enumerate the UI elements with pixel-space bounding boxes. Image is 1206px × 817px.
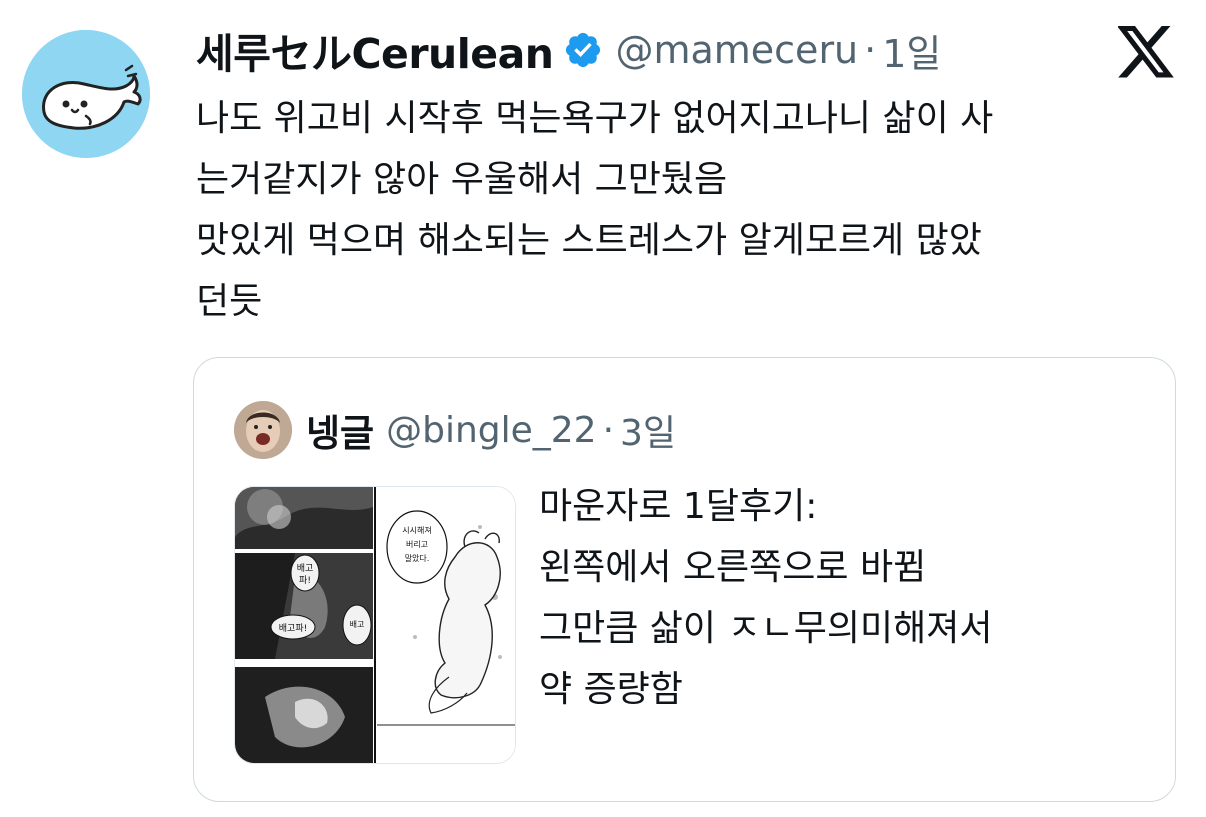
quoted-tweet-header: 넹글 @bingle_22 · 3일 [234, 400, 676, 460]
quoted-text-line: 왼쪽에서 오른쪽으로 바뀜 [539, 547, 927, 588]
bubble-text-4c: 말았다. [405, 553, 430, 563]
separator-dot: · [602, 409, 615, 451]
bubble-text-1b: 파! [299, 575, 311, 586]
bubble-text-4b: 버리고 [406, 539, 428, 549]
tweet-text-line: 맛있게 먹으며 해소되는 스트레스가 알게모르게 많았 [196, 220, 982, 261]
quoted-text-line: 마운자로 1달후기: [539, 486, 818, 527]
author-avatar[interactable] [22, 30, 150, 158]
tweet-text-line: 나도 위고비 시작후 먹는욕구가 없어지고나니 삶이 사 [196, 98, 994, 139]
quoted-author-handle[interactable]: @bingle_22 [386, 410, 596, 451]
quoted-tweet-image[interactable]: 배고 파! 배고파! 배고 시시해져 버리고 말았다. [234, 486, 516, 764]
quoted-author-display-name[interactable]: 넹글 [306, 403, 374, 457]
quoted-author-avatar[interactable] [234, 401, 292, 459]
bubble-text-1a: 배고 [297, 563, 314, 574]
tweet-text: 나도 위고비 시작후 먹는욕구가 없어지고나니 삶이 사 는거같지가 않아 우울… [196, 88, 1186, 332]
quoted-tweet-text: 마운자로 1달후기: 왼쪽에서 오른쪽으로 바뀜 그만큼 삶이 ㅈㄴ무의미해져서… [539, 476, 1139, 720]
separator-dot: · [864, 28, 877, 72]
tweet-time[interactable]: 1일 [882, 23, 941, 78]
quoted-tweet-time[interactable]: 3일 [620, 404, 676, 456]
verified-badge-icon[interactable] [563, 30, 603, 70]
seal-avatar-icon [22, 30, 150, 158]
x-logo-icon[interactable] [1118, 26, 1176, 78]
tweet-text-line: 는거같지가 않아 우울해서 그만뒀음 [196, 159, 728, 200]
bubble-text-4a: 시시해져 [402, 525, 431, 535]
manga-panel-image: 배고 파! 배고파! 배고 시시해져 버리고 말았다. [235, 487, 515, 763]
author-handle[interactable]: @mameceru [615, 28, 858, 72]
quoted-tweet-card[interactable]: 넹글 @bingle_22 · 3일 배고 파! 배고파! 배고 시시해져 버리… [193, 357, 1176, 802]
bubble-text-2: 배고파! [279, 623, 307, 634]
tweet-text-line: 던듯 [196, 281, 263, 322]
author-display-name[interactable]: 세루セルCerulean [196, 20, 554, 80]
tweet-header: 세루セルCerulean @mameceru · 1일 [196, 23, 941, 78]
bubble-text-3: 배고 [350, 620, 365, 629]
quoted-text-line: 그만큼 삶이 ㅈㄴ무의미해져서 [539, 608, 993, 649]
quoted-text-line: 약 증량함 [539, 669, 683, 710]
